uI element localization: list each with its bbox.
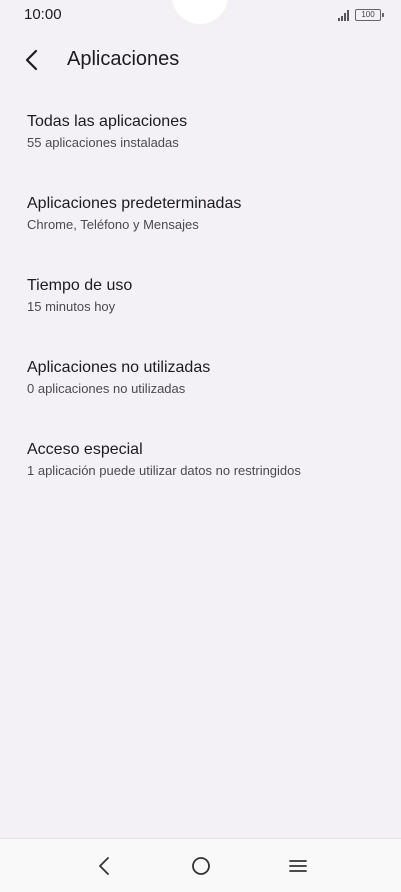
nav-menu-button[interactable] <box>276 846 320 886</box>
item-subtitle: 0 aplicaciones no utilizadas <box>27 381 186 396</box>
item-subtitle: 15 minutos hoy <box>27 299 116 314</box>
triangle-back-icon <box>98 856 109 875</box>
item-title: Acceso especial <box>27 441 143 458</box>
status-time: 10:00 <box>24 6 62 23</box>
item-subtitle: Chrome, Teléfono y Mensajes <box>27 217 199 232</box>
chevron-left-icon <box>25 49 38 71</box>
battery-icon: 100 <box>355 9 384 21</box>
app-bar: Aplicaciones <box>0 34 401 86</box>
signal-icon <box>338 9 349 21</box>
item-title: Todas las aplicaciones <box>27 113 188 130</box>
circle-home-icon <box>191 856 210 875</box>
list-item-screen-time[interactable]: Tiempo de uso 15 minutos hoy <box>0 268 401 350</box>
camera-notch <box>172 0 228 24</box>
item-subtitle: 1 aplicación puede utilizar datos no res… <box>27 463 301 478</box>
back-button[interactable] <box>14 42 50 78</box>
screen: 10:00 100 Aplicaciones Todas las aplicac… <box>0 0 401 892</box>
nav-back-button[interactable] <box>82 846 126 886</box>
item-subtitle: 55 aplicaciones instaladas <box>27 135 179 150</box>
settings-list: Todas las aplicaciones 55 aplicaciones i… <box>0 104 401 514</box>
navigation-bar <box>0 838 401 892</box>
item-title: Tiempo de uso <box>27 277 133 294</box>
item-title: Aplicaciones predeterminadas <box>27 195 242 212</box>
list-item-default-apps[interactable]: Aplicaciones predeterminadas Chrome, Tel… <box>0 186 401 268</box>
list-item-special-access[interactable]: Acceso especial 1 aplicación puede utili… <box>0 432 401 514</box>
item-title: Aplicaciones no utilizadas <box>27 359 211 376</box>
list-item-all-apps[interactable]: Todas las aplicaciones 55 aplicaciones i… <box>0 104 401 186</box>
list-item-unused-apps[interactable]: Aplicaciones no utilizadas 0 aplicacione… <box>0 350 401 432</box>
nav-home-button[interactable] <box>179 846 223 886</box>
status-bar: 10:00 100 <box>0 0 401 30</box>
hamburger-menu-icon <box>288 859 307 872</box>
status-icons: 100 <box>338 8 384 22</box>
page-title: Aplicaciones <box>67 48 180 70</box>
